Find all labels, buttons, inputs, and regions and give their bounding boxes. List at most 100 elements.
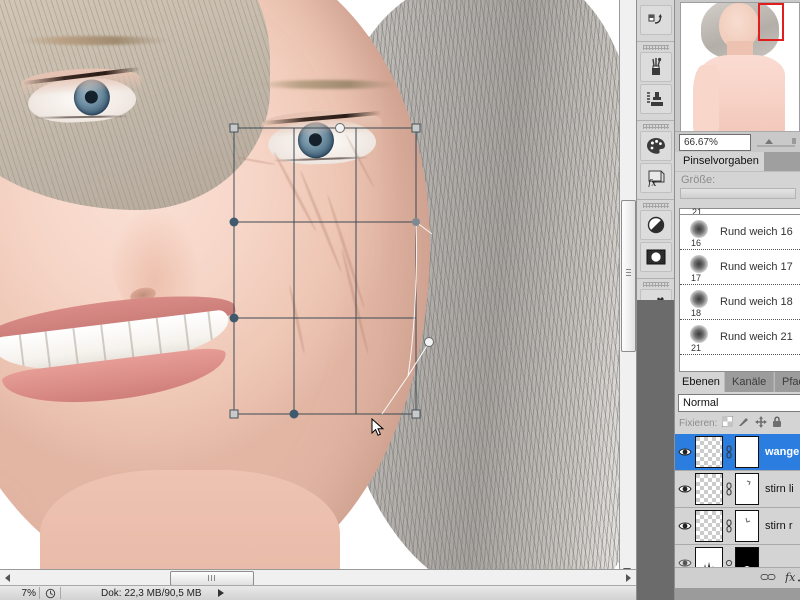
rail-group-paint [637, 42, 675, 121]
zoom-level-field[interactable]: 7% [0, 588, 39, 599]
brush-name: Rund weich 18 [720, 296, 793, 308]
brush-name: Rund weich 21 [720, 331, 793, 343]
table-row[interactable]: stirn r [675, 508, 800, 545]
brush-preset-list[interactable]: 16 Rund weich 16 17 Rund weich 17 18 Run… [679, 214, 800, 372]
navigator-zoom-field[interactable]: 66.67% [679, 134, 751, 151]
handle-corner-bl [229, 409, 239, 419]
list-item[interactable]: 18 Rund weich 18 [680, 285, 800, 320]
table-row[interactable]: wange [675, 434, 800, 471]
canvas-vertical-scrollbar[interactable] [619, 0, 636, 578]
status-bar: 7% Dok: 22,3 MB/90,5 MB [0, 585, 636, 600]
brush-name: Rund weich 17 [720, 261, 793, 273]
triangle-right-icon[interactable] [217, 589, 224, 597]
navigator-zoom-slider[interactable] [755, 135, 797, 149]
handle-edge-left-upper [229, 217, 239, 227]
clone-source-icon[interactable] [640, 84, 672, 114]
brush-tool-icon[interactable] [640, 52, 672, 82]
handle-edge-bottom [289, 409, 299, 419]
eye-icon[interactable] [675, 484, 695, 494]
layer-mask-thumbnail[interactable] [735, 436, 759, 468]
layer-thumbnail[interactable] [695, 436, 723, 468]
canvas-horizontal-scrollbar[interactable] [0, 569, 636, 586]
table-row[interactable]: stirn li [675, 471, 800, 508]
panel-bottom-strip [675, 588, 800, 600]
tab-kanaele[interactable]: Kanäle [724, 372, 774, 392]
brush-size-label: Größe: [681, 174, 716, 186]
link-layers-icon[interactable] [760, 572, 776, 585]
lock-options-row: Fixieren: [675, 413, 800, 433]
layer-list[interactable]: wange stirn li stirn r [675, 434, 800, 580]
brush-presets-panel: Pinselvorgaben Größe: 21 16 Rund weich 1… [675, 152, 800, 372]
handle-edge-right [412, 218, 420, 226]
blend-mode-row: Normal [675, 392, 800, 413]
lock-image-icon[interactable] [738, 416, 750, 430]
list-item[interactable]: 17 Rund weich 17 [680, 250, 800, 285]
tab-brush-secondary[interactable] [764, 152, 800, 171]
layer-name[interactable]: stirn r [765, 520, 793, 532]
navigator-panel: 66.67% [675, 0, 800, 153]
mask-icon[interactable] [640, 242, 672, 272]
eye-left [20, 65, 142, 125]
warp-control-handle [424, 337, 434, 347]
panel-drag-grip[interactable] [643, 45, 669, 50]
layer-mask-thumbnail[interactable] [735, 510, 759, 542]
hscroll-thumb[interactable] [170, 571, 254, 586]
mouse-cursor [371, 417, 385, 438]
brush-size-number: 17 [691, 273, 702, 283]
brush-size-slider[interactable] [680, 188, 796, 199]
link-icon[interactable] [723, 482, 735, 496]
layers-panel-tabs: Ebenen Kanäle Pfade [675, 372, 800, 392]
navigator-footer: 66.67% [675, 131, 800, 153]
layer-name[interactable]: stirn li [765, 483, 794, 495]
rail-group-history [637, 0, 675, 42]
layer-mask-thumbnail[interactable] [735, 473, 759, 505]
brush-size-number: 21 [691, 343, 702, 353]
lock-position-icon[interactable] [755, 415, 768, 431]
navigator-thumbnail[interactable] [680, 2, 800, 132]
list-item[interactable]: 16 Rund weich 16 [680, 215, 800, 250]
dock-icon-rail: fx [636, 0, 675, 600]
arrow-right-icon[interactable] [626, 574, 631, 582]
dock-rail-empty-area [637, 300, 675, 600]
handle-edge-left-lower [229, 313, 239, 323]
rail-group-color: fx [637, 121, 675, 200]
brush-size-number: 16 [691, 238, 702, 248]
lock-transparency-icon[interactable] [721, 415, 734, 430]
history-undo-icon[interactable] [640, 5, 672, 35]
panel-drag-grip[interactable] [643, 282, 669, 287]
document-size-label: Dok: 22,3 MB/90,5 MB [101, 587, 202, 599]
panel-drag-grip[interactable] [643, 124, 669, 129]
handle-edge-top [335, 123, 345, 133]
link-icon[interactable] [723, 445, 735, 459]
list-item[interactable]: 21 Rund weich 21 [680, 320, 800, 355]
layer-thumbnail[interactable] [695, 473, 723, 505]
layer-thumbnail[interactable] [695, 510, 723, 542]
vscroll-thumb[interactable] [621, 200, 636, 352]
handle-corner-tr [411, 123, 421, 133]
tab-ebenen[interactable]: Ebenen [675, 372, 727, 392]
eye-icon[interactable] [675, 521, 695, 531]
panels-column: 66.67% Pinselvorgaben Größe: 21 16 Rund … [674, 0, 800, 600]
tab-pfade[interactable]: Pfade [774, 372, 800, 392]
eye-icon[interactable] [675, 447, 695, 457]
panel-drag-grip[interactable] [643, 203, 669, 208]
layers-panel: Ebenen Kanäle Pfade Normal Fixieren: [675, 372, 800, 600]
layer-name[interactable]: wange [765, 446, 799, 458]
arrow-left-icon[interactable] [5, 574, 10, 582]
layer-style-fx-icon[interactable]: fx [640, 163, 672, 193]
clock-icon[interactable] [40, 588, 60, 599]
image-canvas[interactable] [0, 0, 620, 578]
layer-style-fx-icon[interactable]: fx [784, 571, 800, 586]
lock-all-icon[interactable] [772, 416, 782, 431]
blend-mode-select[interactable]: Normal [678, 394, 800, 412]
rail-group-adjustments [637, 200, 675, 279]
warp-transform-mesh[interactable] [229, 123, 434, 419]
handle-corner-tl [229, 123, 239, 133]
tab-pinselvorgaben[interactable]: Pinselvorgaben [675, 152, 768, 171]
brush-panel-tabs: Pinselvorgaben [675, 152, 800, 172]
link-icon[interactable] [723, 519, 735, 533]
color-palette-icon[interactable] [640, 131, 672, 161]
adjustment-half-circle-icon[interactable] [640, 210, 672, 240]
navigator-view-rectangle[interactable] [758, 3, 784, 41]
brow-right [258, 80, 398, 89]
